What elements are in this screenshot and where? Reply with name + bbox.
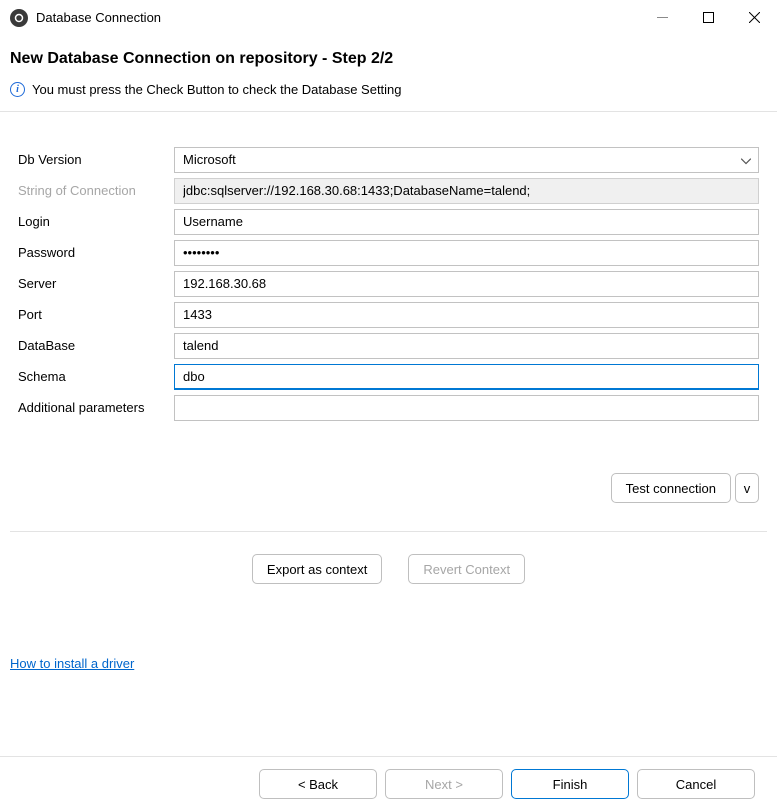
minimize-button[interactable] [639,0,685,35]
login-input[interactable] [174,209,759,235]
database-input[interactable] [174,333,759,359]
port-input[interactable] [174,302,759,328]
maximize-button[interactable] [685,0,731,35]
info-banner: i You must press the Check Button to che… [0,72,777,111]
form: Db Version Microsoft String of Connectio… [0,112,777,421]
back-button[interactable]: < Back [259,769,377,799]
schema-label: Schema [18,369,174,384]
context-actions: Export as context Revert Context [0,532,777,584]
connection-string-label: String of Connection [18,183,174,198]
additional-params-input[interactable] [174,395,759,421]
app-icon [10,9,28,27]
additional-params-label: Additional parameters [18,400,174,415]
connection-string-input [174,178,759,204]
install-driver-link[interactable]: How to install a driver [10,656,134,671]
password-input[interactable] [174,240,759,266]
server-label: Server [18,276,174,291]
info-text: You must press the Check Button to check… [32,82,402,97]
export-as-context-button[interactable]: Export as context [252,554,382,584]
revert-context-button: Revert Context [408,554,525,584]
dialog-header: New Database Connection on repository - … [0,36,777,72]
wizard-footer: < Back Next > Finish Cancel [0,756,777,811]
test-connection-button[interactable]: Test connection [611,473,731,503]
login-label: Login [18,214,174,229]
next-button: Next > [385,769,503,799]
password-label: Password [18,245,174,260]
window-controls [639,0,777,35]
cancel-button[interactable]: Cancel [637,769,755,799]
info-icon: i [10,82,25,97]
connection-actions: Test connection v [0,425,777,503]
titlebar: Database Connection [0,0,777,36]
help-links: How to install a driver [0,584,777,671]
server-input[interactable] [174,271,759,297]
schema-input[interactable] [174,364,759,390]
db-version-label: Db Version [18,152,174,167]
dialog-title: New Database Connection on repository - … [10,50,767,68]
db-version-select[interactable]: Microsoft [174,147,759,173]
window-title: Database Connection [36,10,161,25]
port-label: Port [18,307,174,322]
db-version-value: Microsoft [183,152,236,167]
database-label: DataBase [18,338,174,353]
v-button[interactable]: v [735,473,759,503]
finish-button[interactable]: Finish [511,769,629,799]
close-button[interactable] [731,0,777,35]
